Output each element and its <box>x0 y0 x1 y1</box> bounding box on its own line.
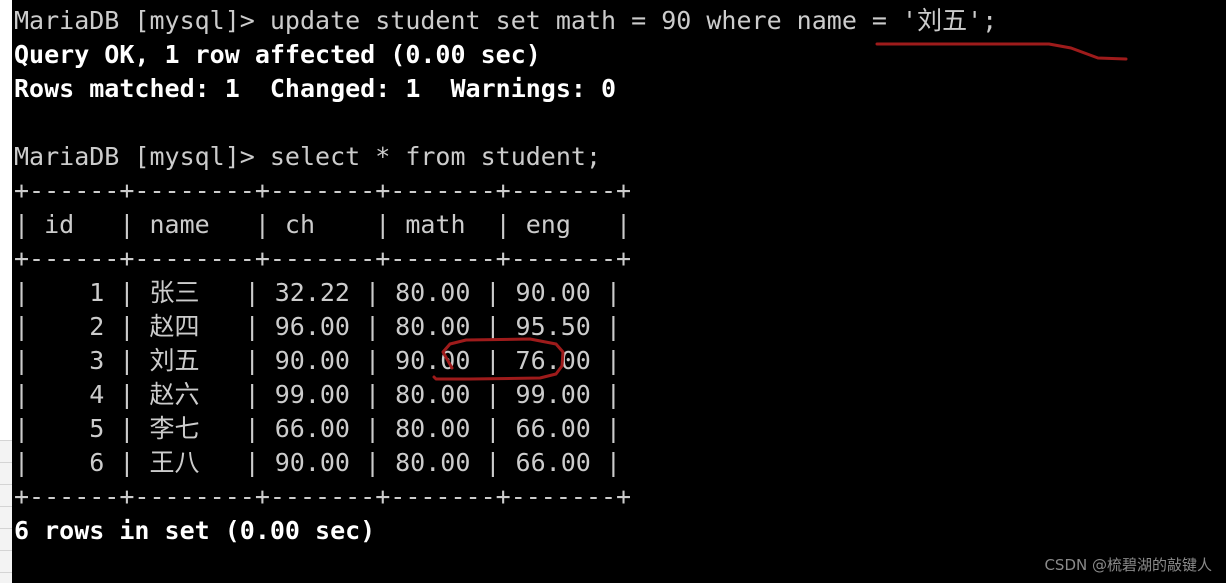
terminal-line-row-4: | 4 | 赵六 | 99.00 | 80.00 | 99.00 | <box>14 380 621 409</box>
terminal-line-row-3: | 3 | 刘五 | 90.00 | 90.00 | 76.00 | <box>14 346 621 375</box>
terminal-line-row-count: 6 rows in set (0.00 sec) <box>14 516 376 545</box>
terminal-screenshot: MariaDB [mysql]> update student set math… <box>0 0 1226 583</box>
terminal-line-row-5: | 5 | 李七 | 66.00 | 80.00 | 66.00 | <box>14 414 621 443</box>
terminal-line-row-1: | 1 | 张三 | 32.22 | 80.00 | 90.00 | <box>14 278 621 307</box>
terminal-line-cmd-update: MariaDB [mysql]> update student set math… <box>14 6 998 35</box>
csdn-watermark: CSDN @梳碧湖的敲键人 <box>1044 556 1212 574</box>
terminal-line-hdr-row: | id | name | ch | math | eng | <box>14 210 632 239</box>
terminal-line-row-6: | 6 | 王八 | 90.00 | 80.00 | 66.00 | <box>14 448 621 477</box>
terminal-line-rows-match: Rows matched: 1 Changed: 1 Warnings: 0 <box>14 74 617 103</box>
terminal-line-row-2: | 2 | 赵四 | 96.00 | 80.00 | 95.50 | <box>14 312 621 341</box>
terminal-line-sep-top: +------+--------+-------+-------+-------… <box>14 176 632 205</box>
terminal-line-sep-mid: +------+--------+-------+-------+-------… <box>14 244 632 273</box>
editor-gutter-rules <box>0 440 12 583</box>
terminal-output[interactable]: MariaDB [mysql]> update student set math… <box>12 0 1226 583</box>
terminal-line-sep-bot: +------+--------+-------+-------+-------… <box>14 482 632 511</box>
terminal-line-query-ok: Query OK, 1 row affected (0.00 sec) <box>14 40 541 69</box>
terminal-line-cmd-select: MariaDB [mysql]> select * from student; <box>14 142 601 171</box>
